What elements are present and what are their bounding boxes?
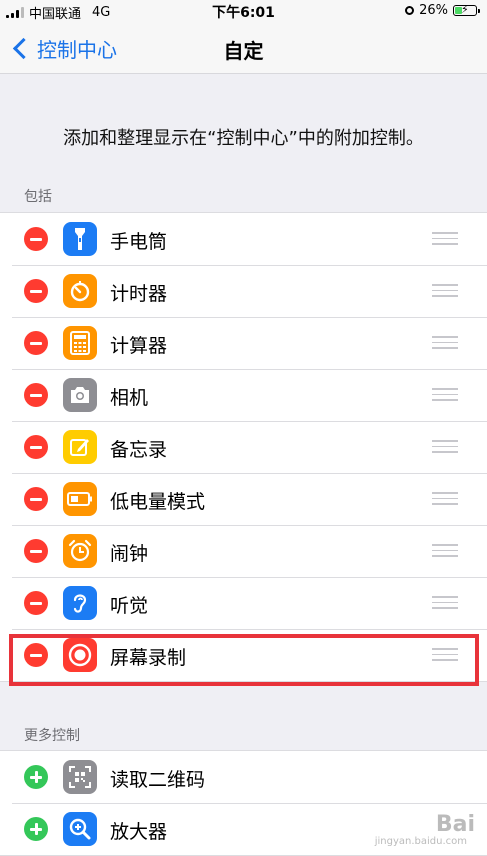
control-row-calculator: 计算器 bbox=[0, 317, 487, 369]
watermark: Bai bbox=[435, 812, 475, 837]
page-title: 自定 bbox=[223, 39, 264, 63]
control-row-timer: 计时器 bbox=[0, 265, 487, 317]
remove-button[interactable] bbox=[24, 331, 48, 355]
control-label: 手电筒 bbox=[110, 231, 168, 253]
hearing-icon bbox=[63, 586, 97, 620]
remove-button[interactable] bbox=[24, 643, 48, 667]
watermark-url: jingyan.baidu.com bbox=[374, 836, 467, 847]
remove-button[interactable] bbox=[24, 227, 48, 251]
section-header-more-controls: 更多控制 bbox=[24, 728, 80, 744]
control-label: 计算器 bbox=[110, 335, 168, 357]
control-row-qr-code: 读取二维码 bbox=[0, 751, 487, 803]
add-button[interactable] bbox=[24, 817, 48, 841]
screen-record-icon bbox=[63, 638, 97, 672]
alarm-icon bbox=[63, 534, 97, 568]
control-row-notes: 备忘录 bbox=[0, 421, 487, 473]
remove-button[interactable] bbox=[24, 383, 48, 407]
control-row-alarm: 闹钟 bbox=[0, 525, 487, 577]
control-row-flashlight: 手电筒 bbox=[0, 213, 487, 265]
battery-percent: 26% bbox=[419, 3, 448, 18]
control-label: 听觉 bbox=[110, 595, 149, 617]
page-description: 添加和整理显示在“控制中心”中的附加控制。 bbox=[63, 128, 424, 149]
low-power-icon bbox=[63, 482, 97, 516]
notes-icon bbox=[63, 430, 97, 464]
timer-icon bbox=[63, 274, 97, 308]
control-label: 放大器 bbox=[110, 821, 168, 843]
magnifier-icon bbox=[63, 812, 97, 846]
status-bar: 中国联通 4G 下午6:01 26% ⚡ bbox=[0, 0, 487, 22]
reorder-handle-icon[interactable] bbox=[432, 544, 458, 557]
control-row-hearing: 听觉 bbox=[0, 577, 487, 629]
control-label: 计时器 bbox=[110, 283, 168, 305]
reorder-handle-icon[interactable] bbox=[432, 492, 458, 505]
flashlight-icon bbox=[63, 222, 97, 256]
remove-button[interactable] bbox=[24, 279, 48, 303]
calculator-icon bbox=[63, 326, 97, 360]
control-label: 低电量模式 bbox=[110, 491, 206, 513]
reorder-handle-icon[interactable] bbox=[432, 648, 458, 661]
reorder-handle-icon[interactable] bbox=[432, 336, 458, 349]
control-label: 备忘录 bbox=[110, 439, 168, 461]
reorder-handle-icon[interactable] bbox=[432, 232, 458, 245]
reorder-handle-icon[interactable] bbox=[432, 596, 458, 609]
control-row-camera: 相机 bbox=[0, 369, 487, 421]
navigation-bar: 控制中心 自定 bbox=[0, 22, 487, 74]
remove-button[interactable] bbox=[24, 435, 48, 459]
remove-button[interactable] bbox=[24, 591, 48, 615]
control-label: 屏幕录制 bbox=[110, 647, 187, 669]
control-label: 闹钟 bbox=[110, 543, 149, 565]
control-row-low-power: 低电量模式 bbox=[0, 473, 487, 525]
add-button[interactable] bbox=[24, 765, 48, 789]
camera-icon bbox=[63, 378, 97, 412]
control-label: 相机 bbox=[110, 387, 149, 409]
remove-button[interactable] bbox=[24, 539, 48, 563]
included-controls-list: 手电筒 计时器 计算器 相机 备忘录 低电量模式 闹钟 听觉 屏幕录制 bbox=[0, 212, 487, 682]
orientation-lock-icon bbox=[405, 6, 415, 15]
reorder-handle-icon[interactable] bbox=[432, 388, 458, 401]
battery-icon: ⚡ bbox=[453, 4, 480, 16]
qr-code-icon bbox=[63, 760, 97, 794]
control-label: 读取二维码 bbox=[110, 769, 206, 791]
reorder-handle-icon[interactable] bbox=[432, 440, 458, 453]
section-header-included: 包括 bbox=[24, 189, 52, 205]
control-row-magnifier: 放大器 bbox=[0, 803, 487, 855]
reorder-handle-icon[interactable] bbox=[432, 284, 458, 297]
control-row-screen-recording: 屏幕录制 bbox=[0, 629, 487, 681]
remove-button[interactable] bbox=[24, 487, 48, 511]
